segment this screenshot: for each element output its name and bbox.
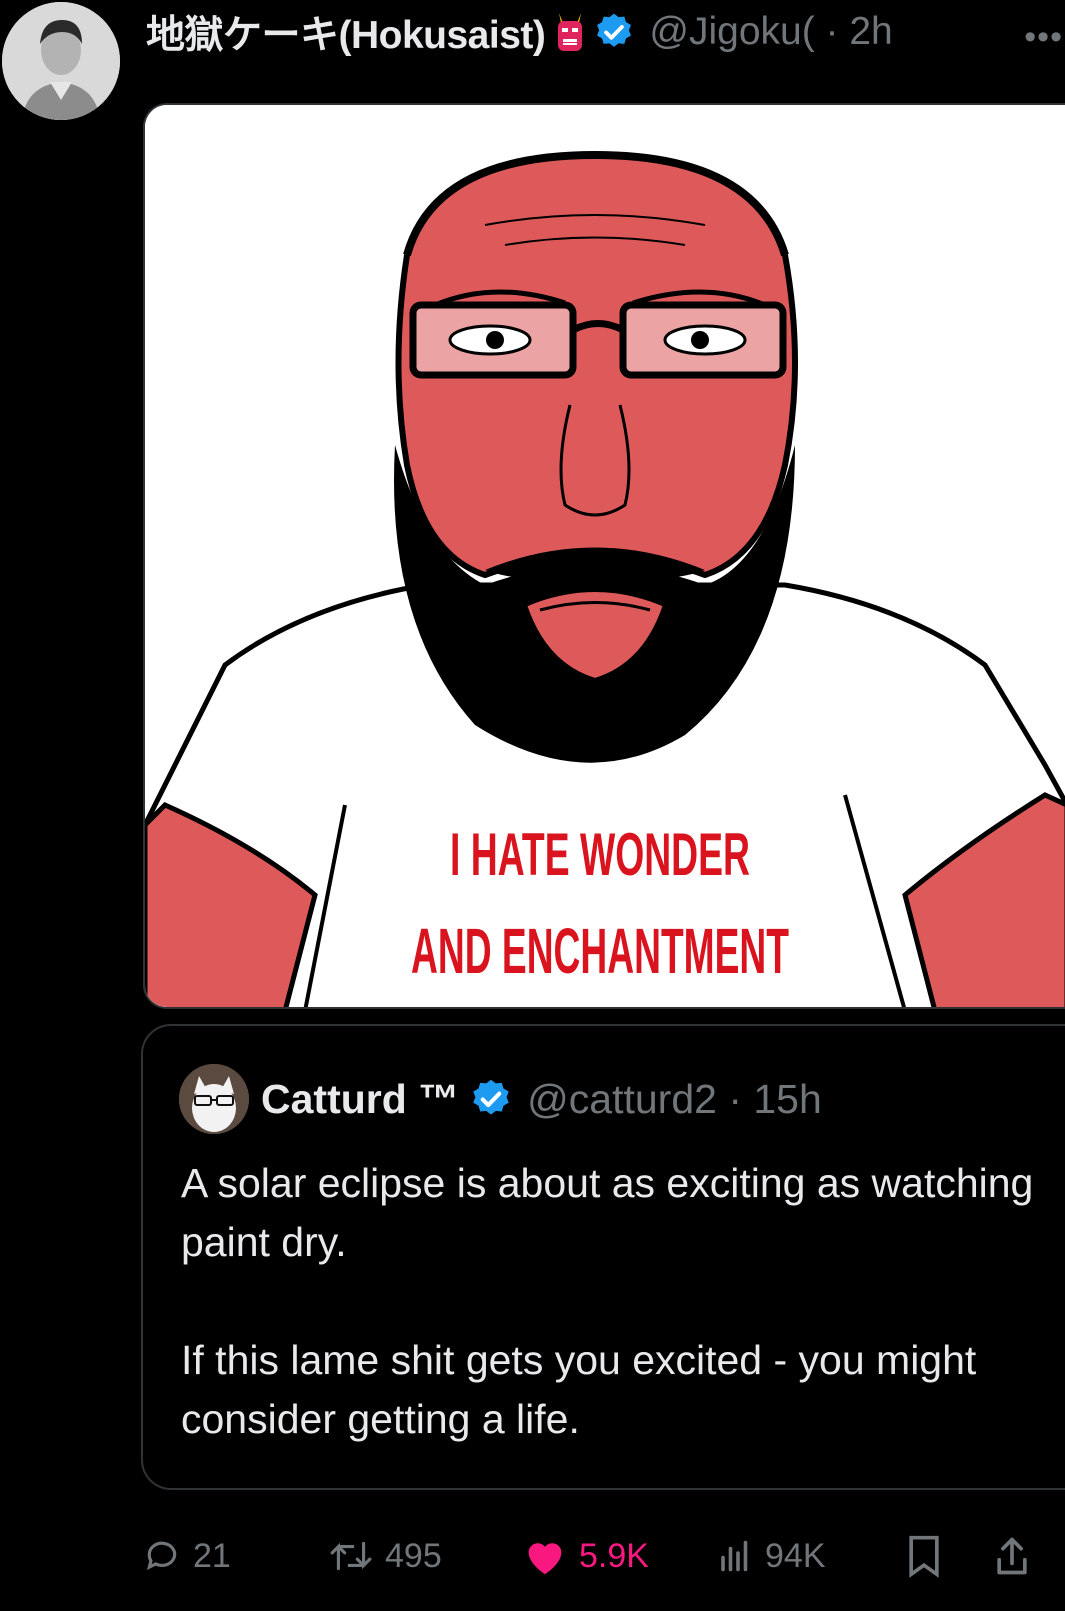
verified-icon xyxy=(593,11,635,53)
post-header: 地獄ケーキ(Hokusaist) @Jigoku( · 2h xyxy=(146,4,1061,60)
quoted-post-text: A solar eclipse is about as exciting as … xyxy=(181,1154,1041,1449)
like-count: 5.9K xyxy=(579,1536,649,1575)
repost-icon xyxy=(330,1541,372,1571)
repost-button[interactable]: 495 xyxy=(329,1528,442,1584)
views-icon xyxy=(721,1540,748,1572)
quoted-paragraph-1: A solar eclipse is about as exciting as … xyxy=(181,1160,1034,1265)
action-bar: 21 495 5.9K 94K xyxy=(143,1528,1065,1608)
reply-count: 21 xyxy=(193,1536,231,1575)
like-icon xyxy=(528,1543,562,1575)
quoted-author-name[interactable]: Catturd ™ xyxy=(261,1076,459,1123)
author-avatar[interactable] xyxy=(2,2,120,120)
quoted-author-handle-time[interactable]: @catturd2 · 15h xyxy=(527,1076,822,1123)
quoted-paragraph-2: If this lame shit gets you excited - you… xyxy=(181,1337,977,1442)
quoted-post-header: Catturd ™ @catturd2 · 15h xyxy=(261,1074,822,1124)
views-button[interactable]: 94K xyxy=(717,1528,826,1584)
bookmark-icon xyxy=(909,1535,939,1578)
author-name[interactable]: 地獄ケーキ(Hokusaist) xyxy=(146,4,546,60)
share-button[interactable] xyxy=(993,1528,1043,1584)
post-image[interactable]: I HATE WONDER AND ENCHANTMENT xyxy=(143,103,1065,1009)
tweet[interactable]: 地獄ケーキ(Hokusaist) @Jigoku( · 2h ••• I HAT… xyxy=(0,0,1065,1611)
like-button[interactable]: 5.9K xyxy=(523,1528,649,1584)
more-icon[interactable]: ••• xyxy=(1024,18,1063,57)
reply-icon xyxy=(146,1541,177,1571)
bookmark-button[interactable] xyxy=(905,1528,955,1584)
views-count: 94K xyxy=(765,1536,826,1575)
shirt-text-line2: AND ENCHANTMENT xyxy=(411,915,789,987)
repost-count: 495 xyxy=(385,1536,442,1575)
author-handle-time[interactable]: @Jigoku( · 2h xyxy=(649,10,892,54)
verified-icon xyxy=(469,1077,513,1121)
share-icon xyxy=(997,1537,1027,1575)
quoted-post[interactable]: Catturd ™ @catturd2 · 15h A solar eclips… xyxy=(141,1024,1065,1490)
oni-icon xyxy=(553,9,587,55)
shirt-text-line1: I HATE WONDER xyxy=(450,821,750,888)
reply-button[interactable]: 21 xyxy=(143,1528,231,1584)
quoted-author-avatar[interactable] xyxy=(179,1064,249,1134)
